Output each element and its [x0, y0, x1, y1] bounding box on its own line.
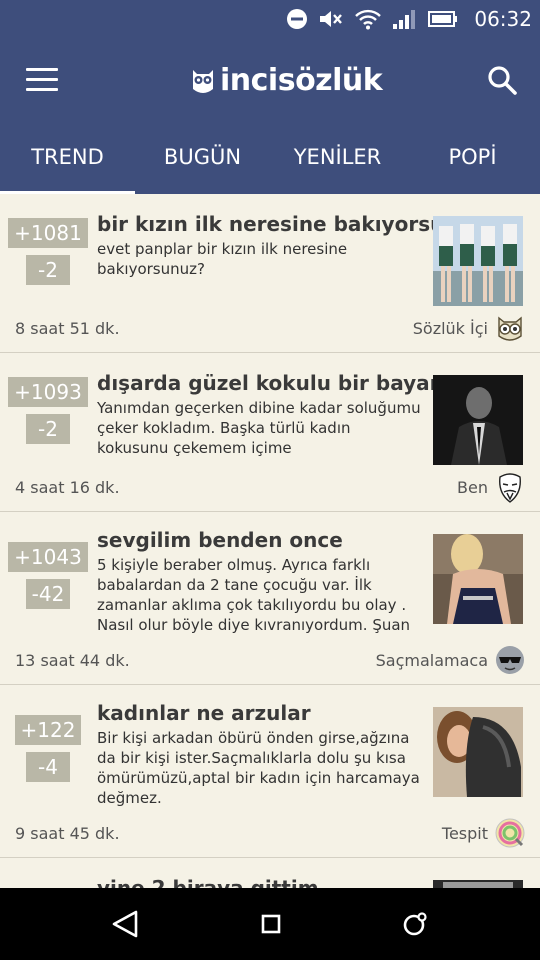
mask-channel-icon [499, 473, 521, 503]
entry-time: 4 saat 16 dk. [15, 478, 120, 497]
brand-logo: incisözlük [190, 60, 383, 100]
tab-popi[interactable]: POPİ [405, 122, 540, 194]
vote-box: +1081 -2 [6, 218, 90, 285]
entry-excerpt: Bir kişi arkadan öbürü önden girse,ağzın… [97, 729, 420, 807]
entry-time: 8 saat 51 dk. [15, 319, 120, 338]
menu-icon [26, 68, 58, 71]
thumbnail-image [433, 707, 523, 797]
back-icon[interactable] [112, 910, 140, 938]
entry-channel[interactable]: Tespit [442, 824, 488, 843]
app-bar: incisözlük [0, 38, 540, 122]
thumbnail-image [433, 880, 523, 888]
tab-bugun[interactable]: BUGÜN [135, 122, 270, 194]
sunglasses-channel-icon [496, 646, 524, 674]
upvote-button[interactable]: +1081 [8, 218, 88, 248]
home-icon[interactable] [257, 910, 285, 938]
entry-card[interactable]: +122 -4 kadınlar ne arzular Bir kişi ark… [0, 685, 540, 858]
entry-title[interactable]: dışarda güzel kokulu bir bayan [97, 371, 444, 395]
entry-title[interactable]: kadınlar ne arzular [97, 701, 311, 725]
do-not-disturb-icon [287, 9, 308, 29]
entry-thumbnail[interactable] [433, 375, 523, 465]
downvote-button[interactable]: -2 [26, 414, 70, 444]
status-bar: 06:32 [0, 0, 540, 38]
entry-list: +1081 -2 bir kızın ilk neresine bakıyors… [0, 194, 540, 888]
search-icon[interactable] [486, 64, 518, 96]
vote-box: +1093 -2 [6, 377, 90, 444]
vote-box: +1043 -42 [6, 542, 90, 609]
tab-yeniler[interactable]: YENİLER [270, 122, 405, 194]
entry-time: 9 saat 45 dk. [15, 824, 120, 843]
downvote-button[interactable]: -42 [26, 579, 70, 609]
mute-icon [320, 11, 343, 27]
entry-title[interactable]: bir kızın ilk neresine bakıyorsunuz [97, 212, 484, 236]
status-time: 06:32 [474, 7, 532, 31]
entry-thumbnail[interactable] [433, 707, 523, 797]
thumbnail-image [433, 534, 523, 624]
thumbnail-image [433, 216, 523, 306]
brand-name: incisözlük [220, 62, 383, 98]
downvote-button[interactable]: -4 [26, 752, 70, 782]
signal-icon [393, 10, 416, 29]
entry-card[interactable]: +1043 -42 sevgilim benden once 5 kişiyle… [0, 512, 540, 685]
entry-card[interactable]: +1093 -2 dışarda güzel kokulu bir bayan … [0, 353, 540, 512]
entry-excerpt: evet panplar bir kızın ilk neresine bakı… [97, 240, 348, 278]
upvote-button[interactable]: +1043 [8, 542, 88, 572]
status-icons: 06:32 [286, 0, 532, 38]
entry-thumbnail[interactable] [433, 216, 523, 306]
thumbnail-image [433, 375, 523, 465]
owl-logo-icon [193, 70, 213, 93]
system-nav-bar [0, 888, 540, 960]
entry-excerpt: 5 kişiyle beraber olmuş. Ayrıca farklı b… [97, 556, 411, 634]
entry-card[interactable]: yine 2 birava gittim [0, 858, 540, 888]
battery-icon [428, 11, 458, 27]
entry-thumbnail[interactable] [433, 534, 523, 624]
recents-icon[interactable] [400, 910, 428, 938]
entry-channel[interactable]: Ben [457, 478, 488, 497]
downvote-button[interactable]: -2 [26, 255, 70, 285]
entry-time: 13 saat 44 dk. [15, 651, 130, 670]
entry-channel[interactable]: Saçmalamaca [376, 651, 488, 670]
menu-button[interactable] [26, 68, 58, 92]
tab-bar: TREND BUGÜN YENİLER POPİ [0, 122, 540, 194]
upvote-button[interactable]: +1093 [8, 377, 88, 407]
entry-title[interactable]: yine 2 birava gittim [97, 876, 319, 888]
upvote-button[interactable]: +122 [14, 715, 82, 745]
vote-box: +122 -4 [6, 715, 90, 782]
owl-channel-icon [498, 316, 522, 341]
wifi-icon [355, 9, 382, 30]
entry-channel[interactable]: Sözlük İçi [413, 319, 488, 338]
entry-excerpt: Yanımdan geçerken dibine kadar soluğumu … [97, 399, 421, 457]
tab-trend[interactable]: TREND [0, 122, 135, 194]
lens-channel-icon [495, 818, 525, 848]
entry-card[interactable]: +1081 -2 bir kızın ilk neresine bakıyors… [0, 194, 540, 353]
entry-thumbnail[interactable] [433, 880, 523, 888]
entry-title[interactable]: sevgilim benden once [97, 528, 343, 552]
